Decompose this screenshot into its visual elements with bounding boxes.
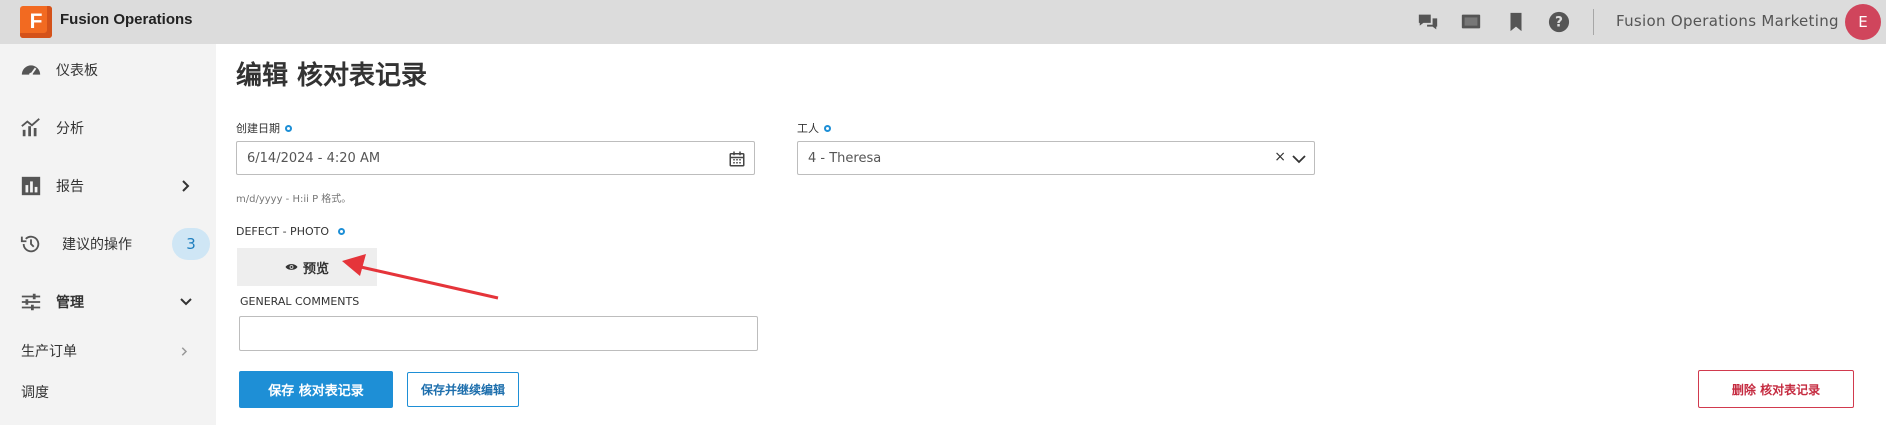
worker-label-text: 工人: [797, 122, 819, 135]
created-date-label-text: 创建日期: [236, 122, 280, 135]
sidebar-item-label: 报告: [56, 179, 84, 195]
general-comments-label-text: GENERAL COMMENTS: [240, 295, 360, 308]
required-icon: [824, 124, 831, 132]
sidebar-item-suggested-actions[interactable]: 建议的操作 3: [0, 224, 216, 264]
worker-select[interactable]: 4 - Theresa ×: [797, 141, 1315, 175]
user-avatar[interactable]: E: [1845, 4, 1881, 40]
eye-icon: [285, 264, 298, 270]
bookmark-icon[interactable]: [1505, 11, 1527, 33]
app-title[interactable]: Fusion Operations: [60, 11, 193, 28]
sidebar-item-production-orders[interactable]: 生产订单: [0, 331, 216, 371]
chevron-down-icon: [180, 298, 192, 306]
sidebar-item-label: 建议的操作: [62, 237, 132, 253]
sidebar-item-analytics[interactable]: 分析: [0, 108, 216, 148]
delete-button[interactable]: 删除 核对表记录: [1698, 370, 1854, 408]
date-format-hint: m/d/yyyy - H:ii P 格式。: [236, 194, 352, 205]
general-comments-input[interactable]: [239, 316, 758, 351]
sidebar-item-dashboard[interactable]: 仪表板: [0, 50, 216, 90]
chevron-right-icon: [182, 180, 190, 192]
sidebar-item-label: 分析: [56, 121, 84, 137]
sidebar-item-reports[interactable]: 报告: [0, 166, 216, 206]
org-name[interactable]: Fusion Operations Marketing: [1616, 12, 1839, 30]
required-icon: [285, 124, 292, 132]
sidebar-item-scheduling[interactable]: 调度: [0, 372, 216, 412]
required-icon: [338, 228, 346, 235]
save-continue-button[interactable]: 保存并继续编辑: [407, 372, 519, 407]
screen-icon[interactable]: [1460, 11, 1482, 33]
preview-label: 预览: [302, 261, 329, 277]
app-logo[interactable]: F: [20, 6, 52, 38]
worker-value: 4 - Theresa: [808, 150, 882, 166]
svg-text:?: ?: [1555, 15, 1563, 31]
chevron-right-icon: [181, 346, 188, 356]
save-button[interactable]: 保存 核对表记录: [239, 371, 393, 408]
dashboard-icon: [21, 65, 41, 77]
analytics-icon: [21, 118, 40, 137]
defect-photo-label: DEFECT - PHOTO: [236, 225, 346, 238]
created-date-input[interactable]: 6/14/2024 - 4:20 AM: [236, 141, 755, 175]
general-comments-label: GENERAL COMMENTS: [240, 295, 359, 308]
created-date-label: 创建日期: [236, 120, 292, 136]
sidebar-item-label: 仪表板: [56, 63, 98, 79]
top-bar: F Fusion Operations ? Fusion Operations …: [0, 0, 1886, 44]
calendar-icon[interactable]: [728, 150, 746, 168]
sidebar-item-label: 管理: [56, 295, 84, 311]
page-title: 编辑 核对表记录: [236, 61, 428, 91]
count-badge: 3: [172, 228, 210, 260]
sidebar-item-manage[interactable]: 管理: [0, 282, 216, 322]
clear-icon[interactable]: ×: [1274, 149, 1286, 165]
sliders-icon: [21, 293, 41, 311]
worker-label: 工人: [797, 120, 831, 136]
chat-icon[interactable]: [1417, 11, 1439, 33]
report-icon: [21, 176, 41, 196]
chevron-down-icon[interactable]: [1292, 153, 1306, 165]
help-icon[interactable]: ?: [1548, 11, 1570, 33]
topbar-divider: [1593, 9, 1594, 35]
sidebar-subitem-label: 调度: [21, 385, 49, 401]
history-icon: [20, 235, 40, 253]
defect-photo-label-text: DEFECT - PHOTO: [236, 225, 330, 238]
sidebar-subitem-label: 生产订单: [21, 344, 77, 360]
sidebar: 仪表板 分析 报告 建议的操作 3 管理 生产订单 调度: [0, 44, 216, 425]
created-date-value: 6/14/2024 - 4:20 AM: [247, 150, 381, 166]
